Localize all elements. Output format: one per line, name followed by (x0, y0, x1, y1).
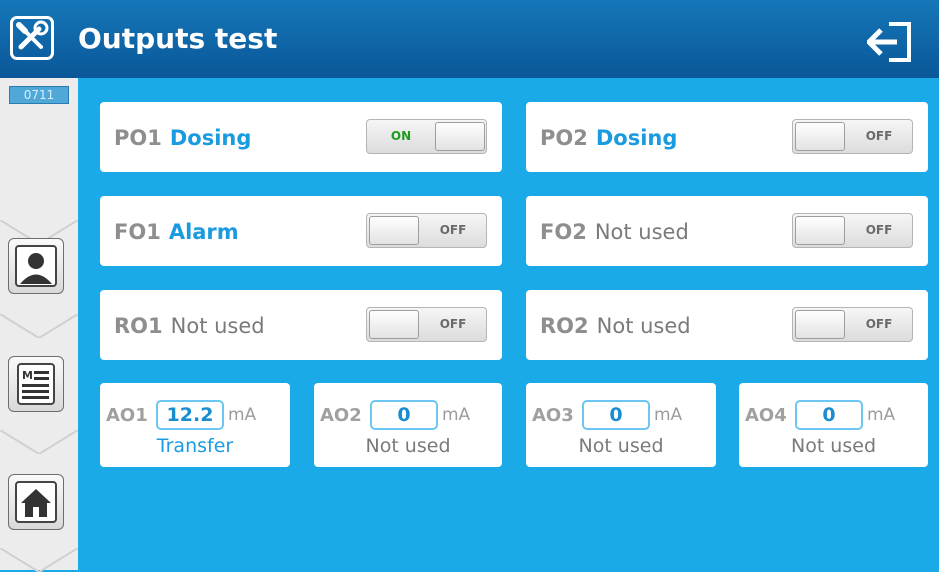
exit-icon[interactable] (865, 20, 915, 64)
toggle-state: ON (390, 129, 412, 143)
device-code-badge: 0711 (9, 86, 69, 104)
toggle-knob (795, 216, 845, 245)
analog-code: AO2 (320, 405, 362, 426)
menu-list-icon: M (17, 363, 55, 405)
toggle-knob (795, 310, 845, 339)
output-code: FO2 (540, 220, 587, 244)
analog-function: Not used (365, 435, 451, 457)
analog-code: AO1 (106, 405, 148, 426)
analog-unit: mA (654, 405, 683, 425)
analog-function: Not used (790, 435, 877, 457)
output-panel-ro2: RO2 Not used OFF (526, 290, 928, 360)
toggle-knob (435, 122, 485, 151)
output-function: Dosing (169, 126, 252, 150)
fo1-toggle[interactable]: OFF (366, 213, 487, 248)
ao1-value-field[interactable]: 12.2 (156, 400, 224, 430)
output-function: Dosing (595, 126, 678, 150)
tools-icon[interactable] (10, 16, 54, 60)
ao2-value-field[interactable]: 0 (370, 400, 438, 430)
toggle-state: OFF (439, 223, 467, 237)
user-icon (15, 245, 57, 287)
fo2-toggle[interactable]: OFF (792, 213, 913, 248)
analog-function: Not used (578, 435, 664, 457)
output-panel-fo2: FO2 Not used OFF (526, 196, 928, 266)
output-function: Not used (594, 220, 689, 244)
svg-text:M: M (22, 369, 33, 382)
menu-list-button[interactable]: M (8, 356, 64, 412)
analog-panel-ao3: AO3 0 mA Not used (526, 383, 716, 467)
sidebar-separator (0, 548, 78, 572)
page-title: Outputs test (78, 22, 278, 55)
sidebar-separator (0, 314, 78, 338)
toggle-state: OFF (865, 129, 893, 143)
ao3-value-field[interactable]: 0 (582, 400, 650, 430)
analog-function: Transfer (156, 435, 234, 457)
output-function: Not used (170, 314, 265, 338)
output-code: FO1 (114, 220, 161, 244)
user-button[interactable] (8, 238, 64, 294)
toggle-knob (369, 216, 419, 245)
output-code: RO1 (114, 314, 163, 338)
output-panel-ro1: RO1 Not used OFF (100, 290, 502, 360)
po2-toggle[interactable]: OFF (792, 119, 913, 154)
po1-toggle[interactable]: ON (366, 119, 487, 154)
ao4-value-field[interactable]: 0 (795, 400, 863, 430)
ro1-toggle[interactable]: OFF (366, 307, 487, 342)
output-panel-po1: PO1 Dosing ON (100, 102, 502, 172)
output-panel-fo1: FO1 Alarm OFF (100, 196, 502, 266)
output-code: PO1 (114, 126, 162, 150)
header-bar: Outputs test (0, 0, 939, 78)
analog-unit: mA (228, 405, 257, 425)
output-function: Alarm (168, 220, 239, 244)
toggle-state: OFF (439, 317, 467, 331)
output-code: PO2 (540, 126, 588, 150)
toggle-knob (795, 122, 845, 151)
analog-panel-ao4: AO4 0 mA Not used (739, 383, 928, 467)
output-function: Not used (596, 314, 691, 338)
analog-code: AO3 (532, 405, 574, 426)
toggle-state: OFF (865, 317, 893, 331)
home-icon (15, 481, 57, 523)
output-panel-po2: PO2 Dosing OFF (526, 102, 928, 172)
output-code: RO2 (540, 314, 589, 338)
toggle-knob (369, 310, 419, 339)
analog-code: AO4 (745, 405, 787, 426)
sidebar: 0711 M (0, 78, 78, 572)
sidebar-separator (0, 430, 78, 454)
toggle-state: OFF (865, 223, 893, 237)
home-button[interactable] (8, 474, 64, 530)
analog-panel-ao2: AO2 0 mA Not used (314, 383, 502, 467)
analog-unit: mA (442, 405, 471, 425)
analog-panel-ao1: AO1 12.2 mA Transfer (100, 383, 290, 467)
analog-unit: mA (867, 405, 896, 425)
ro2-toggle[interactable]: OFF (792, 307, 913, 342)
